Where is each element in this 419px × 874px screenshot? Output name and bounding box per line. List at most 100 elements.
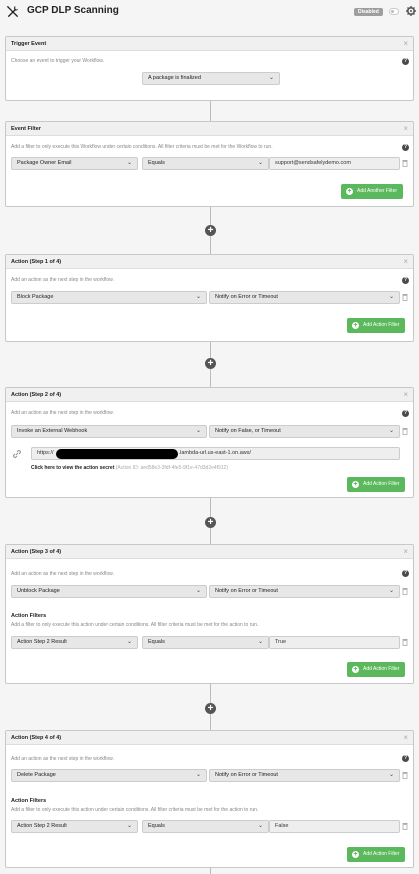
notify-value: Notify on False, or Timeout [215,428,281,434]
card-header: Trigger Event × [6,37,413,51]
trash-icon[interactable] [402,587,408,595]
button-label: Add Action Filter [363,481,400,487]
link-icon [12,449,22,459]
notify-value: Notify on Error or Timeout [215,772,278,778]
help-icon[interactable]: ? [402,410,409,417]
help-icon[interactable]: ? [402,755,409,762]
close-icon[interactable]: × [403,390,408,400]
trash-icon[interactable] [402,293,408,301]
add-step-button[interactable]: + [205,517,216,528]
filter-field-select[interactable]: Package Owner Email ⌄ [11,157,138,170]
step-hint: Add an action as the next step in the wo… [11,756,114,762]
close-icon[interactable]: × [403,39,408,49]
close-icon[interactable]: × [403,733,408,743]
trigger-event-select[interactable]: A package is finalized ⌄ [142,72,280,85]
close-icon[interactable]: × [403,124,408,134]
action-secret-link[interactable]: Click here to view the action secret [31,465,114,471]
add-step-button[interactable]: + [205,703,216,714]
filter-value-input[interactable]: support@sendsafelydemo.com [269,157,400,170]
trash-icon[interactable] [402,159,408,167]
chevron-down-icon: ⌄ [388,428,394,434]
action-filter-value-input[interactable]: False [269,820,400,833]
connector-line [210,868,211,874]
action-filter-operator-select[interactable]: Equals ⌄ [142,636,269,649]
chevron-down-icon: ⌄ [195,428,201,434]
add-action-filter-button[interactable]: + Add Action Filter [347,662,406,677]
action-step-3-card: Action (Step 3 of 4) × Add an action as … [5,544,414,684]
filter-operator-select[interactable]: Equals ⌄ [142,157,269,170]
chevron-down-icon: ⌄ [388,294,394,300]
enable-toggle[interactable] [389,8,399,15]
url-suffix: .lambda-url.us-east-1.on.aws/ [178,450,252,456]
app-header: GCP DLP Scanning Disabled [0,0,419,24]
action-filter-field-value: Action Step 2 Result [17,639,67,645]
chevron-down-icon: ⌄ [126,160,132,166]
notify-select[interactable]: Notify on Error or Timeout ⌄ [209,585,400,598]
action-id: (Action ID: aed58e3-3fdf-4fe5-9f1e-47d3d… [115,465,229,471]
trash-icon[interactable] [402,771,408,779]
chevron-down-icon: ⌄ [195,294,201,300]
add-step-button[interactable]: + [205,358,216,369]
card-title: Trigger Event [11,41,47,47]
page-title: GCP DLP Scanning [27,5,119,16]
chevron-down-icon: ⌄ [257,823,263,829]
trigger-event-value: A package is finalized [148,75,201,81]
action-select[interactable]: Block Package ⌄ [11,291,207,304]
action-step-4-card: Action (Step 4 of 4) × Add an action as … [5,730,414,868]
filter-hint: Add a filter to only execute this Workfl… [11,144,273,150]
add-another-filter-button[interactable]: + Add Another Filter [341,184,404,199]
action-select[interactable]: Unblock Package ⌄ [11,585,207,598]
notify-select[interactable]: Notify on Error or Timeout ⌄ [209,291,400,304]
plus-icon: + [352,666,359,673]
card-header: Action (Step 2 of 4) × [6,388,413,402]
help-icon[interactable]: ? [402,277,409,284]
action-filter-field-value: Action Step 2 Result [17,823,67,829]
action-filter-operator-value: Equals [148,823,165,829]
notify-value: Notify on Error or Timeout [215,294,278,300]
chevron-down-icon: ⌄ [268,75,274,81]
card-title: Action (Step 3 of 4) [11,549,62,555]
action-value: Invoke an External Webhook [17,428,88,434]
close-icon[interactable]: × [403,257,408,267]
add-step-button[interactable]: + [205,225,216,236]
help-icon[interactable]: ? [402,58,409,65]
chevron-down-icon: ⌄ [195,588,201,594]
plus-icon: + [352,322,359,329]
chevron-down-icon: ⌄ [388,588,394,594]
button-label: Add Another Filter [357,188,398,194]
gear-icon[interactable] [406,6,416,16]
add-action-filter-button[interactable]: + Add Action Filter [347,318,406,333]
notify-select[interactable]: Notify on False, or Timeout ⌄ [209,425,400,438]
action-value: Block Package [17,294,54,300]
action-filter-value-input[interactable]: True [269,636,400,649]
button-label: Add Action Filter [363,666,400,672]
filter-field-value: Package Owner Email [17,160,72,166]
card-title: Action (Step 1 of 4) [11,259,62,265]
chevron-down-icon: ⌄ [257,160,263,166]
action-filters-title: Action Filters [11,613,47,619]
action-filter-field-select[interactable]: Action Step 2 Result ⌄ [11,820,138,833]
trash-icon[interactable] [402,427,408,435]
add-action-filter-button[interactable]: + Add Action Filter [347,477,406,492]
plus-icon: + [352,481,359,488]
plus-icon: + [346,188,353,195]
step-hint: Add an action as the next step in the wo… [11,410,114,416]
chevron-down-icon: ⌄ [388,772,394,778]
url-prefix: https:// [37,450,54,456]
filter-operator-value: Equals [148,160,165,166]
trigger-hint: Choose an event to trigger your Workflow… [11,58,105,64]
notify-select[interactable]: Notify on Error or Timeout ⌄ [209,769,400,782]
help-icon[interactable]: ? [402,570,409,577]
event-filter-card: Event Filter × Add a filter to only exec… [5,121,414,207]
close-icon[interactable]: × [403,547,408,557]
chevron-down-icon: ⌄ [126,639,132,645]
action-filter-operator-select[interactable]: Equals ⌄ [142,820,269,833]
add-action-filter-button[interactable]: + Add Action Filter [347,847,406,862]
action-filter-field-select[interactable]: Action Step 2 Result ⌄ [11,636,138,649]
trash-icon[interactable] [402,638,408,646]
trash-icon[interactable] [402,822,408,830]
action-select[interactable]: Invoke an External Webhook ⌄ [11,425,207,438]
action-select[interactable]: Delete Package ⌄ [11,769,207,782]
card-title: Action (Step 2 of 4) [11,392,62,398]
help-icon[interactable]: ? [402,144,409,151]
